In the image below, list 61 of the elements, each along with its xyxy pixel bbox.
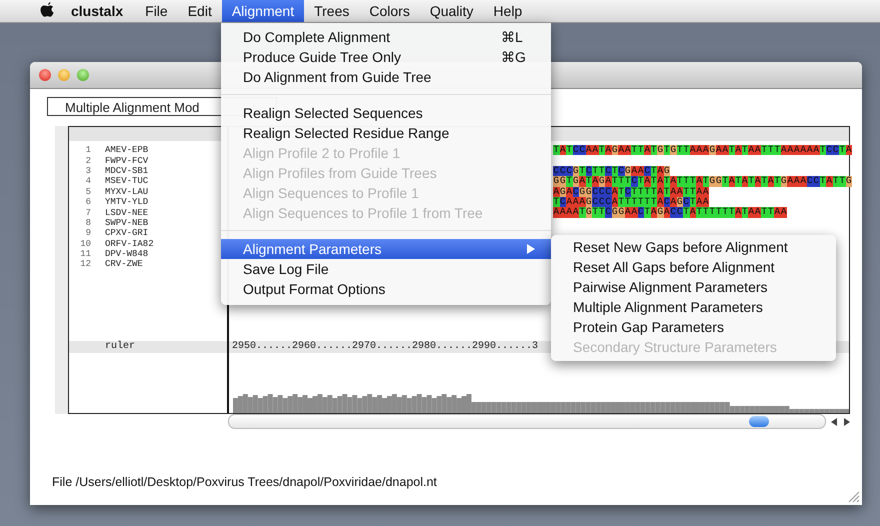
sequence-name[interactable]: CPXV-GRI — [105, 228, 148, 238]
apple-logo-icon[interactable] — [40, 2, 55, 18]
sequence-name[interactable]: AMEV-EPB — [105, 145, 148, 156]
menu-bar-item[interactable]: Colors — [359, 0, 420, 22]
sequence-number: 9 — [84, 228, 91, 238]
menu-item[interactable]: Pairwise Alignment Parameters — [551, 277, 836, 297]
sequence-residues: TATCCAATAGAATTATGTGTTAAAGAATATAATTTAAAAAATCCTA — [553, 145, 852, 156]
menu-item[interactable]: Do Complete Alignment ⌘L — [221, 27, 551, 47]
scroll-left-icon[interactable] — [831, 418, 838, 426]
menu-bar-item[interactable]: Trees — [304, 0, 360, 22]
zoom-icon[interactable] — [77, 69, 89, 81]
menu-item[interactable]: Reset All Gaps before Alignment — [551, 257, 836, 277]
menu-bar-item[interactable]: Edit — [178, 0, 222, 22]
menu-item[interactable]: Alignment Parameters — [221, 239, 551, 259]
sequence-name[interactable]: LSDV-NEE — [105, 208, 148, 218]
sequence-residues: TCAAAGCCCATTTTTTACAGCTAA — [553, 196, 709, 208]
sequence-number: 1 — [84, 145, 91, 156]
ruler-label: ruler — [105, 341, 136, 352]
close-icon[interactable] — [39, 69, 51, 81]
menu-item[interactable]: Protein Gap Parameters — [551, 317, 836, 337]
menu-item[interactable]: Save Log File — [221, 259, 551, 279]
menu-item[interactable]: Do Alignment from Guide Tree — [221, 67, 551, 87]
menu-item[interactable]: Reset New Gaps before Alignment — [551, 237, 836, 257]
sequence-name[interactable]: MYXV-LAU — [105, 186, 148, 197]
horizontal-scrollbar[interactable] — [228, 414, 826, 429]
sequence-residues: AAAATGTTCGGAACTAGACCTATTTTTTATAATTAA — [553, 207, 787, 218]
sequence-number: 10 — [79, 238, 91, 249]
sequence-number: 2 — [84, 156, 91, 166]
sequence-number: 11 — [79, 249, 91, 260]
sequence-name[interactable]: MSEV-TUC — [105, 176, 148, 186]
scrollbar-thumb[interactable] — [749, 416, 769, 427]
sequence-residues: AGACGGCCCATCTTTTATAATTAA — [553, 186, 709, 197]
sequence-number: 6 — [84, 197, 91, 208]
sequence-name[interactable]: CRV-ZWE — [105, 259, 143, 270]
sequence-number: 3 — [84, 166, 91, 176]
sequence-name[interactable]: FWPV-FCV — [105, 156, 148, 166]
scroll-right-icon[interactable] — [843, 418, 850, 426]
menu-item[interactable]: Output Format Options — [221, 279, 551, 299]
menu-item[interactable]: Realign Selected Residue Range — [221, 123, 551, 143]
sequence-number: 5 — [84, 186, 91, 197]
sequence-name[interactable]: YMTV-YLD — [105, 197, 148, 208]
sequence-number: 7 — [84, 208, 91, 218]
menu-bar-item[interactable]: File — [135, 0, 178, 22]
sequence-number: 4 — [84, 176, 91, 186]
sequence-name[interactable]: ORFV-IA82 — [105, 238, 154, 249]
menu-bar-item[interactable]: Alignment — [222, 0, 304, 22]
menu-item[interactable]: Multiple Alignment Parameters — [551, 297, 836, 317]
sequence-name[interactable]: SWPV-NEB — [105, 218, 148, 228]
sequence-number: 12 — [79, 259, 91, 270]
menu-bar-item[interactable]: Quality — [420, 0, 484, 22]
file-path-status: File /Users/elliotl/Desktop/Poxvirus Trees/dnapol/Poxviridae/dnapol.nt — [52, 475, 438, 489]
menu-bar-item[interactable]: Help — [483, 0, 532, 22]
sequence-residues: CCCGTCTTCTCGAACTAG — [553, 166, 670, 176]
sequence-number: 8 — [84, 218, 91, 228]
ruler-scale: 2950......2960......2970......2980......2990......3 — [232, 341, 538, 352]
sequence-name[interactable]: DPV-W848 — [105, 249, 148, 260]
menu-item[interactable]: Produce Guide Tree Only ⌘G — [221, 47, 551, 67]
app-menu[interactable]: clustalx — [71, 3, 124, 19]
resize-grip-icon[interactable] — [847, 490, 860, 503]
sequence-name[interactable]: MDCV-SB1 — [105, 166, 148, 176]
sequence-residues: GGTGATAGATTTCTATATATTTATGGTATATATATGAAACCTATTG — [553, 176, 852, 187]
